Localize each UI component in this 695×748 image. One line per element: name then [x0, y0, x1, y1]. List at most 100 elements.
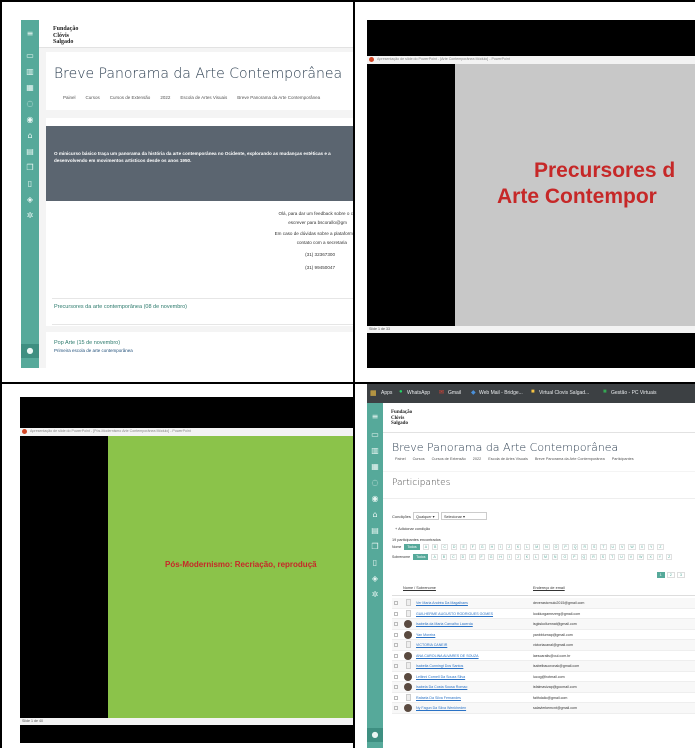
breadcrumb-item[interactable]: Cursos de Extensão — [432, 457, 466, 461]
breadcrumb-item[interactable]: Painel — [63, 95, 76, 100]
filter-all-button[interactable]: Todos — [404, 544, 420, 550]
page-link[interactable]: 2 — [666, 572, 675, 578]
letter-filter-t[interactable]: T — [600, 544, 607, 550]
letter-filter-u[interactable]: U — [618, 554, 625, 560]
letter-filter-k[interactable]: K — [523, 554, 531, 560]
breadcrumb-item[interactable]: Breve Panorama da Arte Contemporânea — [237, 95, 320, 100]
letter-filter-i[interactable]: I — [506, 554, 512, 560]
participant-name[interactable]: Isabella Cunningt Dos Santos — [416, 664, 463, 668]
letter-filter-k[interactable]: K — [514, 544, 522, 550]
bookmark[interactable]: Gmail — [448, 390, 461, 396]
letter-filter-v[interactable]: V — [627, 554, 635, 560]
letter-filter-d[interactable]: D — [459, 554, 467, 560]
letter-filter-h[interactable]: H — [497, 554, 504, 560]
letter-filter-h[interactable]: H — [488, 544, 496, 550]
apps-icon[interactable]: ▦ — [370, 389, 377, 397]
breadcrumb-item[interactable]: Cursos — [86, 95, 100, 100]
files-icon[interactable]: ❐ — [26, 164, 33, 172]
letter-filter-x[interactable]: X — [638, 544, 646, 550]
letter-filter-n[interactable]: N — [551, 554, 559, 560]
letter-filter-y[interactable]: Y — [648, 544, 655, 550]
row-checkbox[interactable] — [394, 601, 398, 605]
breadcrumb-item[interactable]: Participantes — [612, 457, 634, 461]
letter-filter-j[interactable]: J — [506, 544, 512, 550]
menu-icon[interactable]: ≡ — [27, 30, 34, 38]
letter-filter-z[interactable]: Z — [666, 554, 673, 560]
row-checkbox[interactable] — [394, 695, 398, 700]
letter-filter-f[interactable]: F — [469, 544, 476, 550]
letter-filter-g[interactable]: G — [487, 554, 495, 560]
letter-filter-s[interactable]: S — [591, 544, 598, 550]
column-header-name[interactable]: Nome / Sobrenome — [403, 586, 436, 590]
page-link-active[interactable]: 1 — [656, 572, 665, 578]
bookmark[interactable]: WhatsApp — [407, 390, 430, 396]
letter-filter-y[interactable]: Y — [656, 554, 664, 560]
row-checkbox[interactable] — [394, 706, 398, 710]
breadcrumb-item[interactable]: Escola de Artes Visuais — [180, 95, 227, 100]
letter-filter-p[interactable]: P — [571, 554, 578, 560]
participant-name[interactable]: Ny Fagun Da Silva Wenkheden — [416, 706, 466, 710]
minimize-icon[interactable]: ▭ — [371, 431, 379, 439]
page-link[interactable]: 3 — [676, 572, 685, 578]
files-icon[interactable]: ❐ — [371, 543, 378, 551]
letter-filter-n[interactable]: N — [543, 544, 550, 550]
document-icon[interactable]: ▯ — [28, 180, 32, 188]
breadcrumb-item[interactable]: Escola de Artes Visuais — [488, 457, 528, 461]
letter-filter-w[interactable]: W — [628, 544, 636, 550]
chat-icon[interactable]: ● — [21, 344, 39, 358]
letter-filter-s[interactable]: S — [599, 554, 607, 560]
letter-filter-m[interactable]: M — [533, 544, 541, 550]
participant-name[interactable]: Lellinni Cornell Da Souza Silva — [416, 675, 465, 679]
gauge-icon[interactable]: ◉ — [27, 116, 34, 124]
bookmark[interactable]: Virtual Clovis Salgad... — [539, 390, 589, 396]
row-checkbox[interactable] — [394, 685, 398, 689]
letter-filter-g[interactable]: G — [478, 544, 486, 550]
bookmark[interactable]: Gestão - PC Virtuais — [611, 390, 656, 396]
letter-filter-q[interactable]: Q — [571, 544, 579, 550]
menu-icon[interactable]: ≡ — [372, 413, 379, 421]
letter-filter-u[interactable]: U — [609, 544, 617, 550]
badge-icon[interactable]: ◌ — [372, 479, 379, 487]
letter-filter-e[interactable]: E — [469, 554, 476, 560]
letter-filter-i[interactable]: I — [498, 544, 504, 550]
letter-filter-w[interactable]: W — [637, 554, 645, 560]
bookmark[interactable]: Web Mail - Bridge... — [479, 390, 523, 396]
letter-filter-d[interactable]: D — [450, 544, 458, 550]
grid-icon[interactable]: ▦ — [26, 84, 34, 92]
participant-name[interactable]: Yan Moreira — [416, 633, 435, 637]
participant-name[interactable]: Ver Maria Andréa Da Magalhaes — [416, 601, 468, 605]
breadcrumb-item[interactable]: Cursos — [413, 457, 425, 461]
add-condition-link[interactable]: + Adicionar condição — [395, 527, 430, 531]
row-checkbox[interactable] — [394, 643, 398, 647]
grid-icon[interactable]: ▦ — [371, 463, 379, 471]
breadcrumb-item[interactable]: 2022 — [473, 457, 481, 461]
letter-filter-a[interactable]: A — [422, 544, 430, 550]
settings-icon[interactable]: ✲ — [27, 212, 34, 220]
bookmark[interactable]: Apps — [381, 390, 392, 396]
filter-all-button[interactable]: Todos — [413, 554, 429, 560]
calendar-icon[interactable]: ▤ — [371, 527, 379, 535]
letter-filter-c[interactable]: C — [441, 544, 448, 550]
participant-name[interactable]: ANA CAROLINA ALVARES DE SOUZA — [416, 654, 479, 658]
participant-name[interactable]: Rafaela Da Silva Fernandes — [416, 696, 461, 700]
home-icon[interactable]: ⌂ — [372, 511, 377, 519]
breadcrumb-item[interactable]: Painel — [395, 457, 406, 461]
breadcrumb-item[interactable]: 2022 — [160, 95, 170, 100]
chart-icon[interactable]: ▥ — [371, 447, 379, 455]
letter-filter-v[interactable]: V — [619, 544, 626, 550]
letter-filter-b[interactable]: B — [432, 544, 439, 550]
letter-filter-c[interactable]: C — [450, 554, 457, 560]
letter-filter-p[interactable]: P — [562, 544, 569, 550]
row-checkbox[interactable] — [394, 632, 398, 637]
participant-name[interactable]: Isabella da Maria Carvalho Lacerda — [416, 622, 473, 626]
letter-filter-t[interactable]: T — [609, 554, 616, 560]
gauge-icon[interactable]: ◉ — [372, 495, 379, 503]
column-header-email[interactable]: Endereço de email — [533, 586, 565, 590]
home-icon[interactable]: ⌂ — [27, 132, 32, 140]
section-title[interactable]: Pop Arte (15 de novembro) — [54, 340, 120, 346]
letter-filter-q[interactable]: Q — [580, 554, 588, 560]
row-checkbox[interactable] — [394, 653, 398, 658]
site-logo[interactable]: Fundação Clóvis Salgado — [391, 410, 412, 427]
chat-icon[interactable]: ● — [367, 728, 383, 742]
row-checkbox[interactable] — [394, 674, 398, 679]
